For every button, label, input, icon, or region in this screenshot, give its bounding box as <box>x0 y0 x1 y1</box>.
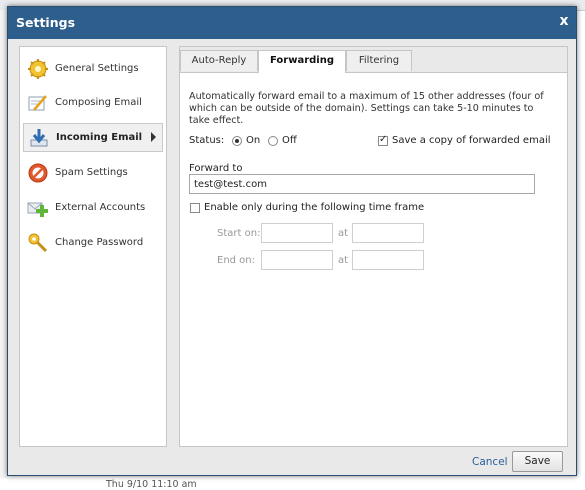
end-at-label: at <box>338 255 349 266</box>
sidebar-item-label: Composing Email <box>55 97 142 108</box>
sidebar-item-composing-email[interactable]: Composing Email <box>23 88 163 117</box>
sidebar-item-external-accounts[interactable]: External Accounts <box>23 193 163 222</box>
forwarding-description: Automatically forward email to a maximum… <box>189 91 544 126</box>
status-off-label: Off <box>282 135 297 146</box>
tab-forwarding[interactable]: Forwarding <box>258 50 346 73</box>
start-time-input[interactable] <box>352 223 424 243</box>
gear-icon <box>27 58 49 80</box>
sidebar-item-label: General Settings <box>55 63 139 74</box>
incoming-arrow-icon <box>28 127 50 149</box>
time-frame-checkbox[interactable] <box>190 203 200 213</box>
no-entry-icon <box>27 162 49 184</box>
end-time-input[interactable] <box>352 250 424 270</box>
sidebar-item-spam-settings[interactable]: Spam Settings <box>23 158 163 187</box>
tab-filtering[interactable]: Filtering <box>346 50 412 71</box>
dialog-titlebar: Settings x <box>8 7 576 39</box>
settings-dialog: Settings x General Settings Composing Em… <box>7 6 577 476</box>
end-on-label: End on: <box>217 255 256 266</box>
status-off-radio[interactable] <box>268 136 278 146</box>
key-icon <box>27 232 49 254</box>
sidebar-item-label: External Accounts <box>55 202 146 213</box>
status-label: Status: <box>189 135 225 146</box>
settings-tabs: Auto-Reply Forwarding Filtering <box>180 47 567 73</box>
start-at-label: at <box>338 228 349 239</box>
time-frame-label: Enable only during the following time fr… <box>204 202 425 213</box>
start-date-input[interactable] <box>261 223 333 243</box>
end-date-input[interactable] <box>261 250 333 270</box>
background-timestamp: Thu 9/10 11:10 am <box>106 479 197 490</box>
forward-to-input[interactable] <box>189 174 535 194</box>
compose-icon <box>27 92 49 114</box>
forward-to-label: Forward to <box>189 163 243 174</box>
status-on-radio[interactable] <box>232 136 242 146</box>
status-on-label: On <box>246 135 261 146</box>
sidebar-item-label: Change Password <box>55 237 144 248</box>
start-on-label: Start on: <box>217 228 261 239</box>
background-app-row <box>0 478 585 490</box>
settings-sidebar: General Settings Composing Email Incomin… <box>19 46 167 447</box>
save-copy-label: Save a copy of forwarded email <box>392 135 551 146</box>
cancel-button[interactable]: Cancel <box>472 456 508 468</box>
sidebar-item-label: Spam Settings <box>55 167 128 178</box>
settings-content-panel: Auto-Reply Forwarding Filtering Automati… <box>179 46 568 447</box>
sidebar-item-label: Incoming Email <box>56 132 143 143</box>
save-copy-checkbox[interactable] <box>378 134 388 146</box>
sidebar-item-incoming-email[interactable]: Incoming Email <box>23 123 163 152</box>
sidebar-item-change-password[interactable]: Change Password <box>23 228 163 257</box>
save-button[interactable]: Save <box>512 451 563 472</box>
dialog-title: Settings <box>16 15 76 30</box>
sidebar-item-general-settings[interactable]: General Settings <box>23 54 163 83</box>
add-account-icon <box>27 197 49 219</box>
chevron-right-icon <box>151 132 156 142</box>
close-button[interactable]: x <box>557 13 571 29</box>
tab-auto-reply[interactable]: Auto-Reply <box>180 50 258 71</box>
